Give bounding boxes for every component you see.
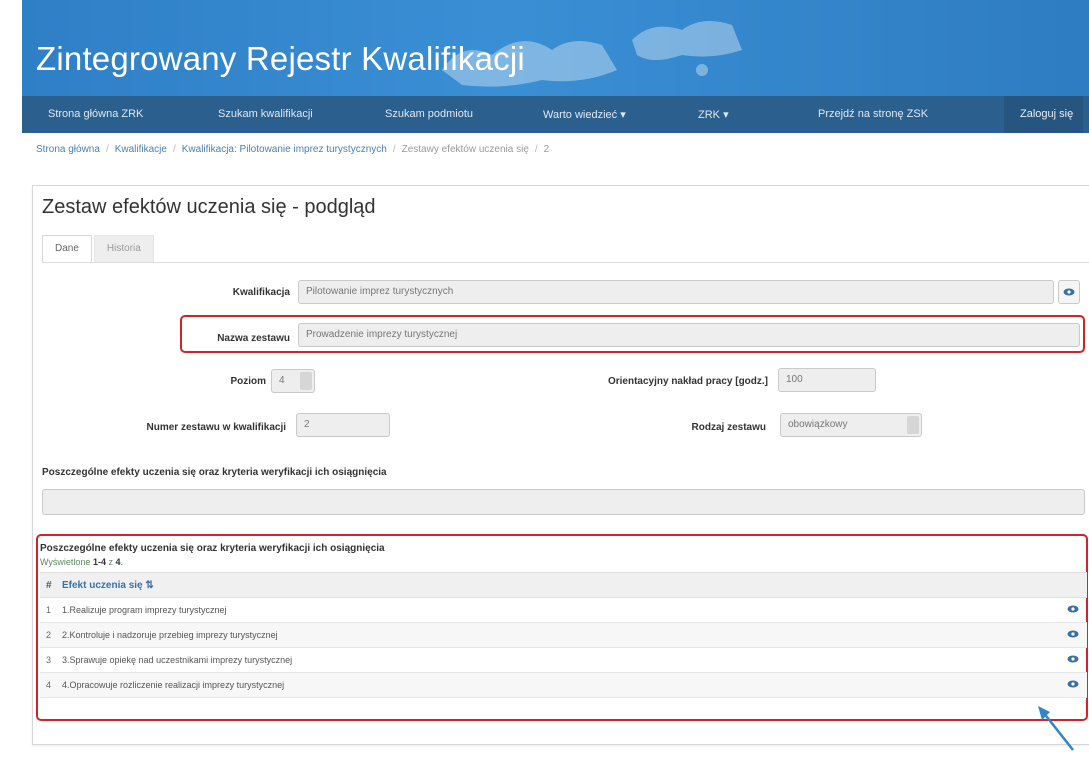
nav-item-label: Warto wiedzieć xyxy=(543,109,618,121)
poziom-select[interactable]: 4 xyxy=(271,369,315,393)
tab-bar: Dane Historia xyxy=(42,235,154,262)
tab-divider xyxy=(42,262,1089,263)
breadcrumb-separator: / xyxy=(105,144,109,155)
row-num: 1 xyxy=(46,605,52,615)
nav-item-worth-knowing[interactable]: Warto wiedzieć ▾ xyxy=(543,108,626,121)
table-header: # Efekt uczenia się ⇅ xyxy=(40,572,1087,598)
eye-icon[interactable] xyxy=(1067,630,1079,638)
nav-item-search-entity[interactable]: Szukam podmiotu xyxy=(385,108,473,120)
row-text: 1.Realizuje program imprezy turystycznej xyxy=(62,605,227,615)
table-title: Poszczególne efekty uczenia się oraz kry… xyxy=(40,543,385,554)
header-banner: Zintegrowany Rejestr Kwalifikacji xyxy=(22,0,1089,96)
row-text: 4.Opracowuje rozliczenie realizacji impr… xyxy=(62,680,285,690)
breadcrumb-home[interactable]: Strona główna xyxy=(36,144,100,155)
eye-icon[interactable] xyxy=(1067,680,1079,688)
nav-item-zrk[interactable]: ZRK ▾ xyxy=(698,108,729,121)
row-num: 4 xyxy=(46,680,52,690)
table-count: Wyświetlone 1-4 z 4. xyxy=(40,557,123,567)
efekty-section-label: Poszczególne efekty uczenia się oraz kry… xyxy=(42,467,387,478)
kwalifikacja-view-button[interactable] xyxy=(1058,280,1080,304)
numer-field: 2 xyxy=(296,413,390,437)
login-link[interactable]: Zaloguj się xyxy=(1004,96,1084,133)
breadcrumb-separator: / xyxy=(392,144,396,155)
select-arrow-icon xyxy=(907,416,919,434)
numer-label: Numer zestawu w kwalifikacji xyxy=(146,422,287,433)
eye-icon xyxy=(1063,288,1075,296)
breadcrumb-separator: / xyxy=(172,144,176,155)
breadcrumb: Strona główna / Kwalifikacje / Kwalifikacja:… xyxy=(36,144,549,155)
caret-down-icon: ▾ xyxy=(620,109,626,121)
caret-down-icon: ▾ xyxy=(723,109,729,121)
annotation-arrow-icon xyxy=(1038,706,1074,751)
efekty-table: # Efekt uczenia się ⇅ 1 1.Realizuje prog… xyxy=(40,572,1087,698)
nav-item-search-qualifications[interactable]: Szukam kwalifikacji xyxy=(218,108,313,120)
kwalifikacja-field: Pilotowanie imprez turystycznych xyxy=(298,280,1054,304)
nazwa-label: Nazwa zestawu xyxy=(217,333,290,344)
col-efekt-header[interactable]: Efekt uczenia się ⇅ xyxy=(56,580,154,591)
nav-item-home[interactable]: Strona główna ZRK xyxy=(48,108,143,120)
main-navbar: Strona główna ZRK Szukam kwalifikacji Sz… xyxy=(22,96,1089,133)
table-row: 3 3.Sprawuje opiekę nad uczestnikami imp… xyxy=(40,648,1087,673)
table-row: 4 4.Opracowuje rozliczenie realizacji im… xyxy=(40,673,1087,698)
breadcrumb-qualification[interactable]: Kwalifikacja: Pilotowanie imprez turysty… xyxy=(182,144,387,155)
efekty-empty-field xyxy=(42,489,1085,515)
row-text: 2.Kontroluje i nadzoruje przebieg imprez… xyxy=(62,630,278,640)
rodzaj-label: Rodzaj zestawu xyxy=(691,422,766,433)
row-num: 2 xyxy=(46,630,52,640)
rodzaj-value: obowiązkowy xyxy=(788,419,848,430)
site-title[interactable]: Zintegrowany Rejestr Kwalifikacji xyxy=(36,40,525,78)
eye-icon[interactable] xyxy=(1067,605,1079,613)
table-row: 1 1.Realizuje program imprezy turystyczn… xyxy=(40,598,1087,623)
count-total: 4 xyxy=(115,557,121,567)
count-prefix: Wyświetlone xyxy=(40,557,93,567)
eye-icon[interactable] xyxy=(1067,655,1079,663)
select-arrow-icon xyxy=(300,372,312,390)
breadcrumb-separator: / xyxy=(534,144,538,155)
poziom-value: 4 xyxy=(279,375,285,386)
count-range: 1-4 xyxy=(92,557,106,567)
nav-item-label: ZRK xyxy=(698,109,720,121)
naklad-label: Orientacyjny nakład pracy [godz.] xyxy=(607,376,768,387)
row-num: 3 xyxy=(46,655,52,665)
poziom-label: Poziom xyxy=(230,376,266,387)
tab-dane[interactable]: Dane xyxy=(42,235,92,262)
table-row: 2 2.Kontroluje i nadzoruje przebieg impr… xyxy=(40,623,1087,648)
sort-icon[interactable]: ⇅ xyxy=(145,580,153,591)
naklad-field: 100 xyxy=(778,368,876,392)
col-num-header: # xyxy=(46,579,52,591)
breadcrumb-sets: Zestawy efektów uczenia się xyxy=(401,144,529,155)
breadcrumb-current: 2 xyxy=(543,144,550,155)
breadcrumb-qualifications[interactable]: Kwalifikacje xyxy=(115,144,167,155)
nav-item-label: Szukam podmiotu xyxy=(385,108,474,120)
page-title: Zestaw efektów uczenia się - podgląd xyxy=(42,196,376,218)
kwalifikacja-label: Kwalifikacja xyxy=(232,287,290,298)
nazwa-field: Prowadzenie imprezy turystycznej xyxy=(298,323,1080,347)
tab-historia[interactable]: Historia xyxy=(93,235,154,262)
nav-item-go-zsk[interactable]: Przejdź na stronę ZSK xyxy=(818,108,928,120)
col-efekt-label: Efekt uczenia się xyxy=(62,579,143,591)
rodzaj-select[interactable]: obowiązkowy xyxy=(780,413,922,437)
row-text: 3.Sprawuje opiekę nad uczestnikami impre… xyxy=(62,655,293,665)
